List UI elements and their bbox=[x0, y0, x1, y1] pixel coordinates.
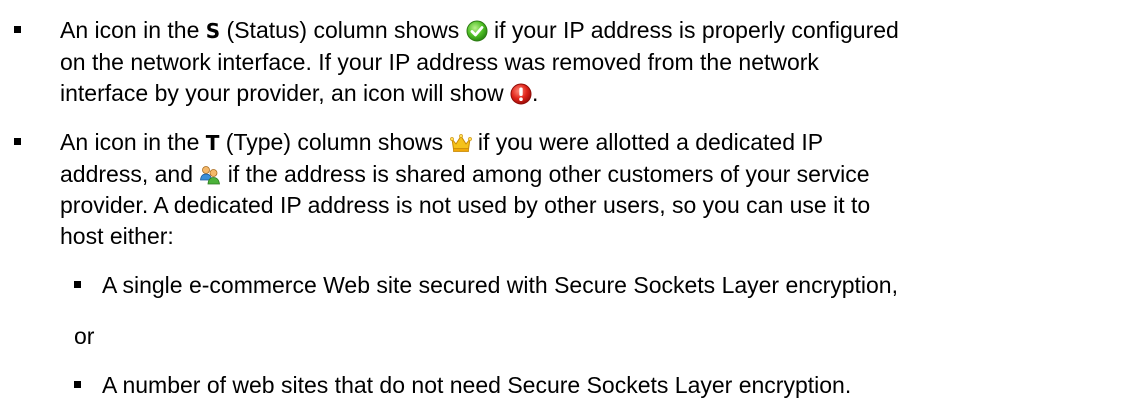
item2-line2: address, and if the address is shared am… bbox=[60, 159, 870, 189]
item1-line2: on the network interface. If your IP add… bbox=[60, 49, 819, 75]
item2-line4: host either: bbox=[60, 223, 174, 249]
sub1-text: A single e-commerce Web site secured wit… bbox=[102, 272, 898, 298]
text: if your IP address is properly configure… bbox=[487, 17, 899, 43]
text: An icon in the bbox=[60, 129, 206, 155]
item1-line3: interface by your provider, an icon will… bbox=[60, 78, 538, 108]
crown-icon bbox=[449, 132, 472, 154]
green-check-icon bbox=[466, 20, 488, 42]
shared-users-icon bbox=[199, 164, 221, 186]
text: if you were allotted a dedicated IP bbox=[471, 129, 824, 155]
bullet-marker bbox=[74, 281, 81, 288]
text: An icon in the bbox=[60, 17, 206, 43]
item2-line1: An icon in the T (Type) column shows if … bbox=[60, 127, 823, 158]
text: . bbox=[532, 80, 539, 106]
bullet-marker bbox=[14, 138, 21, 145]
bullet-marker bbox=[14, 26, 21, 33]
item1-line1: An icon in the S (Status) column shows i… bbox=[60, 15, 899, 46]
item2-line3: provider. A dedicated IP address is not … bbox=[60, 192, 871, 218]
bullet-marker bbox=[74, 381, 81, 388]
red-exclamation-icon bbox=[510, 83, 532, 105]
sub2-text: A number of web sites that do not need S… bbox=[102, 372, 852, 398]
text: interface by your provider, an icon will… bbox=[60, 80, 510, 106]
column-letter: T bbox=[205, 131, 220, 155]
column-letter: S bbox=[205, 19, 221, 43]
text: address, and bbox=[60, 161, 200, 187]
or-text: or bbox=[74, 323, 95, 349]
text: (Status) column shows bbox=[220, 17, 466, 43]
text: (Type) column shows bbox=[219, 129, 450, 155]
text: if the address is shared among other cus… bbox=[221, 161, 870, 187]
